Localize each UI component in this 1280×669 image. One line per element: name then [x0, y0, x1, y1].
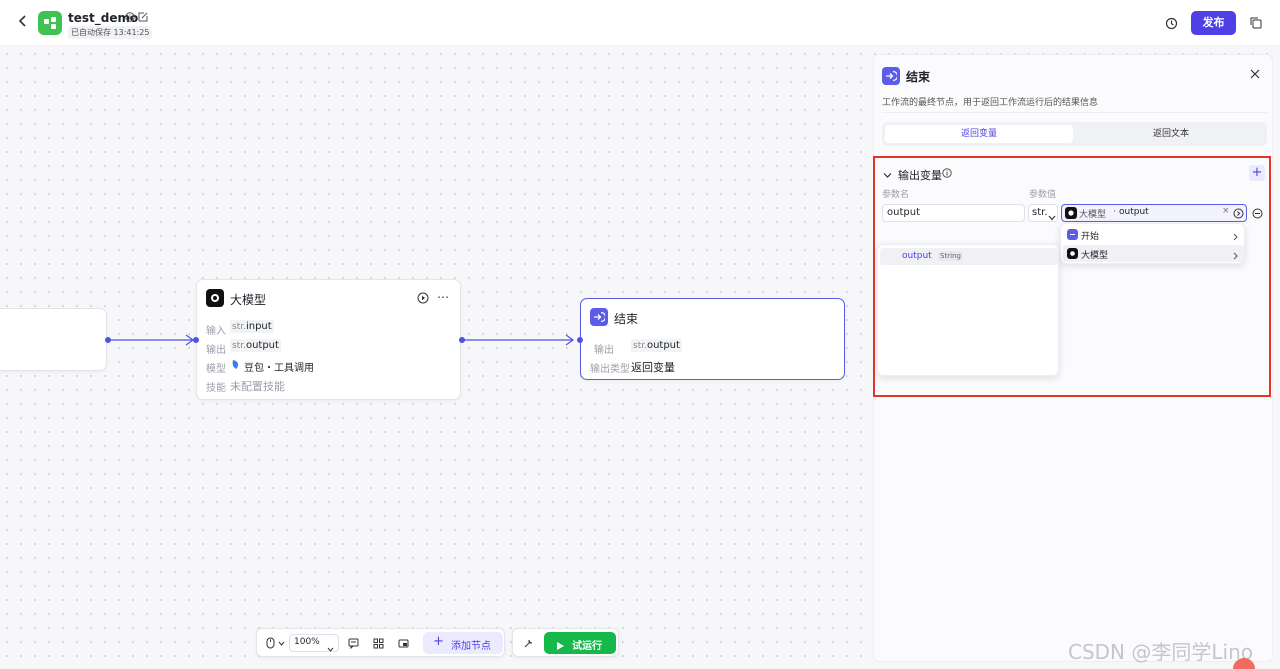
- info-icon[interactable]: [124, 12, 135, 23]
- mouse-mode-chevron-icon[interactable]: [275, 637, 287, 649]
- panel-divider: [882, 112, 1267, 113]
- more-icon[interactable]: ⋯: [437, 290, 449, 304]
- comment-icon[interactable]: [347, 637, 359, 649]
- publish-button[interactable]: 发布: [1191, 11, 1236, 35]
- end-node-icon: [590, 308, 608, 326]
- layout-grid-icon[interactable]: [372, 637, 384, 649]
- llm-skill-value: 未配置技能: [230, 380, 285, 393]
- test-run-button[interactable]: 试运行: [544, 632, 616, 654]
- back-chevron-icon[interactable]: [16, 14, 30, 32]
- llm-input-label: 输入: [206, 326, 226, 337]
- end-output-label: 输出: [594, 345, 614, 356]
- llm-input-port[interactable]: [193, 337, 199, 343]
- zoom-value: 100%: [294, 637, 320, 647]
- highlight-annotation-box: [873, 156, 1271, 397]
- llm-output-tag: str.output: [230, 339, 281, 352]
- llm-output-value: output: [245, 340, 279, 351]
- llm-output-type: str.: [232, 341, 246, 351]
- start-node[interactable]: [0, 308, 107, 371]
- edge-llm-end: [462, 334, 575, 346]
- watermark: CSDN @李同学Lino: [1068, 640, 1253, 664]
- panel-title: 结束: [906, 70, 931, 84]
- panel-end-icon: [882, 67, 900, 85]
- edit-icon[interactable]: [137, 12, 148, 23]
- tab-return-text[interactable]: 返回文本: [1077, 125, 1265, 143]
- llm-model-label: 模型: [206, 364, 226, 375]
- end-output-tag: str.output: [631, 339, 682, 352]
- end-output-type: str.: [633, 341, 647, 351]
- test-run-label: 试运行: [572, 641, 602, 652]
- llm-node-icon: [206, 289, 224, 307]
- add-node-button[interactable]: + 添加节点: [423, 632, 503, 654]
- bottom-toolbar: 100% + 添加节点: [256, 628, 505, 657]
- panel-tabs: 返回变量 返回文本: [882, 122, 1267, 146]
- llm-skill-label: 技能: [206, 383, 226, 394]
- end-node-title: 结束: [614, 312, 639, 326]
- minimap-icon[interactable]: [397, 637, 409, 649]
- app-logo-icon: [38, 11, 62, 35]
- llm-input-value: input: [245, 321, 272, 332]
- zoom-chevron-icon: [327, 641, 334, 655]
- edge-start-llm: [108, 334, 195, 346]
- close-icon[interactable]: [1250, 68, 1260, 82]
- llm-node-title: 大模型: [230, 293, 267, 307]
- end-input-port[interactable]: [577, 337, 583, 343]
- doubao-model-icon: [231, 359, 241, 373]
- llm-node[interactable]: 大模型 ⋯ 输入 str.input 输出 str.output 模型 豆包・工…: [196, 279, 461, 400]
- save-status: 已自动保存 13:41:25: [68, 26, 153, 39]
- zoom-select[interactable]: 100%: [289, 634, 339, 652]
- run-toolbar: 试运行: [512, 628, 619, 657]
- llm-model-value: 豆包・工具调用: [244, 363, 314, 374]
- llm-input-tag: str.input: [230, 320, 274, 333]
- add-node-label: 添加节点: [451, 641, 491, 652]
- panel-description: 工作流的最终节点，用于返回工作流运行后的结果信息: [882, 98, 1099, 108]
- debug-tool-icon[interactable]: [522, 637, 534, 649]
- history-icon[interactable]: [1162, 14, 1180, 32]
- run-node-icon[interactable]: [417, 292, 429, 307]
- end-output-type-label: 输出类型: [590, 364, 630, 375]
- end-node[interactable]: 结束 输出 str.output 输出类型 返回变量: [580, 298, 845, 380]
- copy-icon[interactable]: [1247, 14, 1265, 32]
- llm-input-type: str.: [232, 322, 246, 332]
- llm-output-label: 输出: [206, 345, 226, 356]
- tab-return-variable[interactable]: 返回变量: [885, 125, 1073, 143]
- play-icon: [557, 639, 564, 653]
- end-output-value: output: [646, 340, 680, 351]
- end-output-type-value: 返回变量: [631, 361, 675, 374]
- plus-icon: +: [433, 634, 444, 649]
- top-bar: test_demo 已自动保存 13:41:25 发布: [0, 0, 1280, 46]
